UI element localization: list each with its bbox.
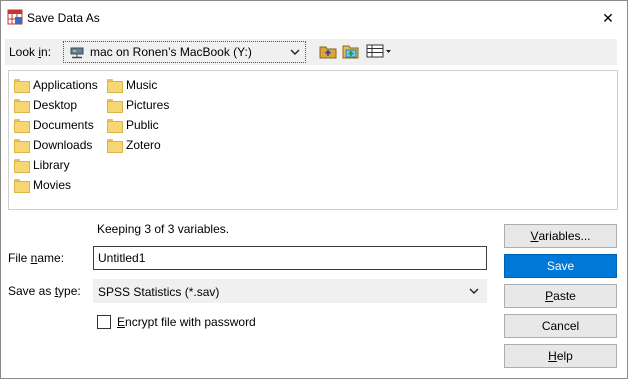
new-folder-icon: [342, 43, 360, 62]
look-in-dropdown[interactable]: mac on Ronen’s MacBook (Y:): [63, 41, 306, 63]
create-new-folder-button[interactable]: [341, 42, 361, 62]
encrypt-checkbox[interactable]: [97, 315, 111, 329]
view-menu-button[interactable]: [365, 42, 393, 62]
save-as-type-dropdown[interactable]: SPSS Statistics (*.sav): [93, 279, 487, 303]
network-drive-icon: [70, 47, 84, 59]
folder-item-public[interactable]: Public: [107, 115, 169, 135]
spss-app-icon: [7, 9, 23, 25]
folder-item-desktop[interactable]: Desktop: [14, 95, 98, 115]
folder-item-applications[interactable]: Applications: [14, 75, 98, 95]
file-list-column-1: Applications Desktop Documents Downloads…: [14, 75, 98, 195]
close-icon: ✕: [602, 9, 614, 26]
folder-icon: [14, 119, 30, 133]
save-data-as-dialog: Save Data As ✕ Look in: mac on Ronen’s M…: [0, 0, 628, 379]
close-button[interactable]: ✕: [593, 3, 623, 33]
folder-item-pictures[interactable]: Pictures: [107, 95, 169, 115]
up-folder-icon: [319, 43, 337, 62]
file-name-label: File name:: [8, 251, 65, 265]
up-one-level-button[interactable]: [318, 42, 338, 62]
folder-icon: [107, 99, 123, 113]
paste-button[interactable]: Paste: [504, 284, 617, 308]
file-list-column-2: Music Pictures Public Zotero: [107, 75, 169, 155]
folder-icon: [14, 179, 30, 193]
folder-item-documents[interactable]: Documents: [14, 115, 98, 135]
folder-icon: [107, 139, 123, 153]
folder-icon: [14, 79, 30, 93]
save-button[interactable]: Save: [504, 254, 617, 278]
file-name-input[interactable]: [93, 246, 487, 270]
folder-item-movies[interactable]: Movies: [14, 175, 98, 195]
folder-item-downloads[interactable]: Downloads: [14, 135, 98, 155]
encrypt-label: Encrypt file with password: [117, 315, 256, 329]
folder-icon: [107, 79, 123, 93]
save-as-type-label: Save as type:: [8, 284, 81, 298]
chevron-down-icon: [286, 43, 304, 61]
look-in-value: mac on Ronen’s MacBook (Y:): [90, 45, 252, 59]
folder-item-music[interactable]: Music: [107, 75, 169, 95]
chevron-down-icon: [466, 283, 482, 299]
folder-icon: [14, 99, 30, 113]
cancel-button[interactable]: Cancel: [504, 314, 617, 338]
variables-status-text: Keeping 3 of 3 variables.: [97, 222, 230, 236]
look-in-bar: Look in: mac on Ronen’s MacBook (Y:): [5, 39, 617, 65]
title-bar: Save Data As ✕: [1, 1, 627, 35]
folder-icon: [107, 119, 123, 133]
folder-icon: [14, 159, 30, 173]
folder-item-zotero[interactable]: Zotero: [107, 135, 169, 155]
dialog-title: Save Data As: [27, 11, 100, 25]
file-list[interactable]: Applications Desktop Documents Downloads…: [8, 70, 618, 210]
folder-icon: [14, 139, 30, 153]
folder-item-library[interactable]: Library: [14, 155, 98, 175]
encrypt-option[interactable]: Encrypt file with password: [97, 315, 256, 329]
look-in-label: Look in:: [9, 45, 52, 59]
save-as-type-value: SPSS Statistics (*.sav): [98, 285, 220, 299]
view-menu-icon: [366, 44, 392, 61]
help-button[interactable]: Help: [504, 344, 617, 368]
variables-button[interactable]: Variables...: [504, 224, 617, 248]
